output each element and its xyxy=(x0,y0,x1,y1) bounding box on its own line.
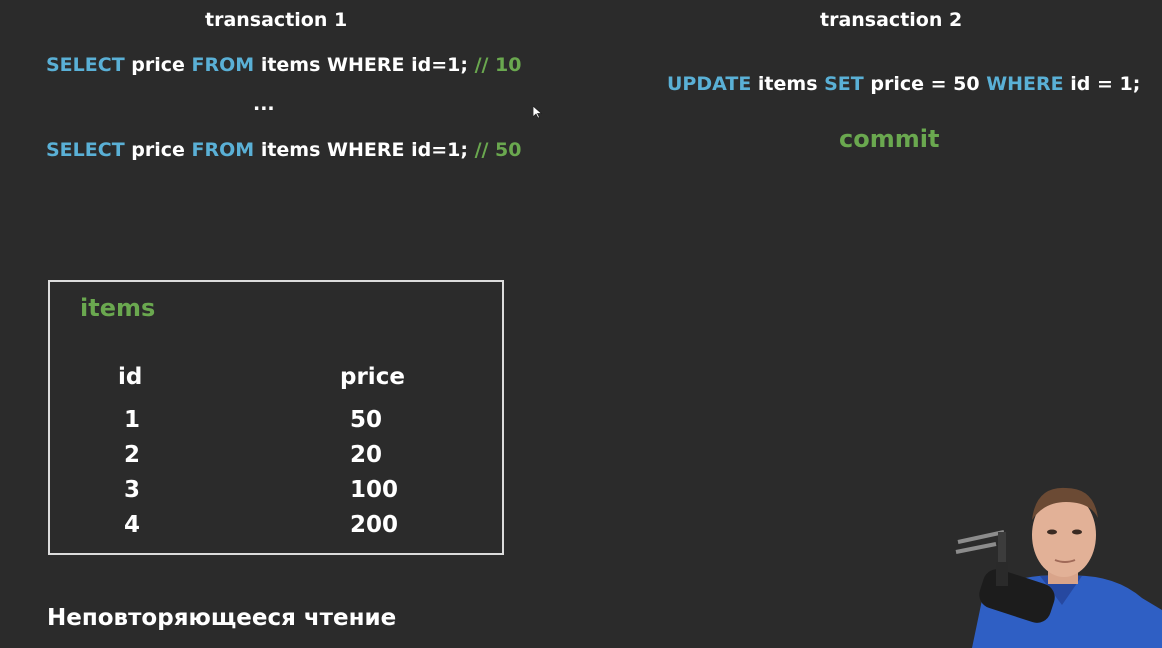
cell-price: 200 xyxy=(350,512,399,538)
result-comment: // 10 xyxy=(474,54,522,76)
transaction-1-title: transaction 1 xyxy=(205,9,348,31)
column-header-id: id xyxy=(118,364,143,390)
column-header-price: price xyxy=(340,364,405,390)
transaction-2-title: transaction 2 xyxy=(820,9,963,31)
keyword-from: FROM xyxy=(191,54,255,76)
query-text: items WHERE id=1; xyxy=(254,139,475,161)
query-text: price xyxy=(124,139,192,161)
table-name: items xyxy=(80,294,156,322)
keyword-update: UPDATE xyxy=(667,73,752,95)
slide-caption: Неповторяющееся чтение xyxy=(47,605,397,631)
query-text: items xyxy=(751,73,825,95)
query-text: price = 50 xyxy=(863,73,987,95)
keyword-from: FROM xyxy=(191,139,255,161)
query-text: price xyxy=(124,54,192,76)
query-text: id = 1; xyxy=(1063,73,1141,95)
cell-id: 4 xyxy=(124,512,141,538)
keyword-select: SELECT xyxy=(46,139,125,161)
items-table: items id price 1 50 2 20 3 100 4 200 xyxy=(48,280,504,555)
select-query-1: SELECT price FROM items WHERE id=1; // 1… xyxy=(46,54,522,76)
keyword-select: SELECT xyxy=(46,54,125,76)
keyword-set: SET xyxy=(824,73,864,95)
query-text: items WHERE id=1; xyxy=(254,54,475,76)
select-query-2: SELECT price FROM items WHERE id=1; // 5… xyxy=(46,139,522,161)
keyword-where: WHERE xyxy=(986,73,1064,95)
commit-label: commit xyxy=(839,125,940,153)
cell-id: 2 xyxy=(124,442,141,468)
cell-id: 3 xyxy=(124,477,141,503)
cell-price: 100 xyxy=(350,477,399,503)
presenter-image xyxy=(955,487,1162,648)
mouse-pointer-icon xyxy=(533,106,542,119)
update-query: UPDATE items SET price = 50 WHERE id = 1… xyxy=(667,73,1140,95)
cell-price: 50 xyxy=(350,407,383,433)
presenter-webcam xyxy=(952,480,1162,648)
ellipsis: ... xyxy=(253,93,275,115)
cell-id: 1 xyxy=(124,407,141,433)
result-comment: // 50 xyxy=(474,139,522,161)
cell-price: 20 xyxy=(350,442,383,468)
